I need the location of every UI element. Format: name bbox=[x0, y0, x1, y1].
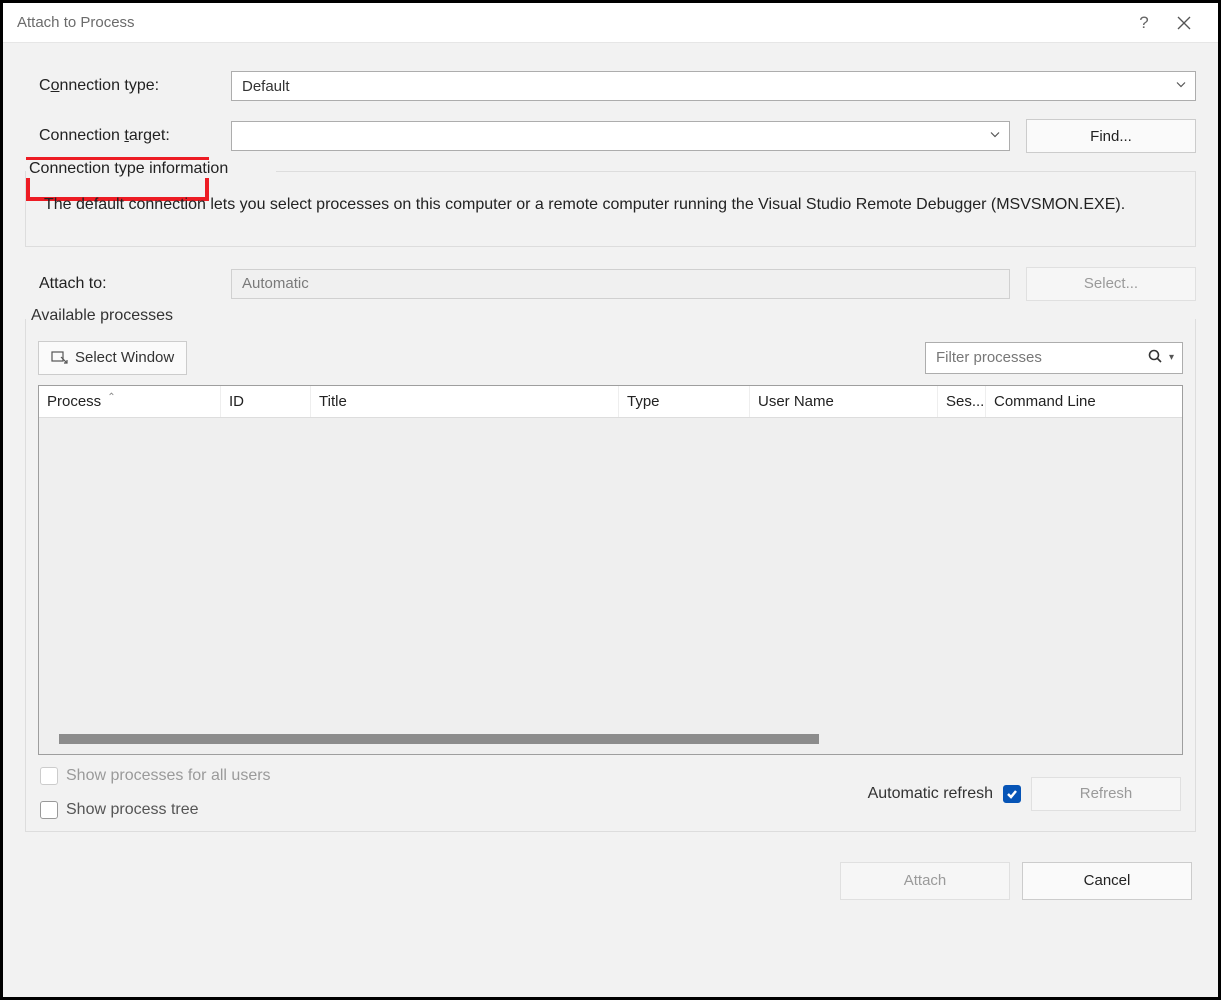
filter-placeholder: Filter processes bbox=[936, 349, 1141, 366]
table-body[interactable] bbox=[39, 418, 1182, 754]
connection-info-legend: Connection type information bbox=[26, 160, 231, 178]
col-id[interactable]: ID bbox=[221, 386, 311, 417]
attach-to-row: Attach to: Automatic Select... bbox=[25, 267, 1196, 301]
connection-target-label: Connection target: bbox=[25, 127, 223, 145]
table-header: Process⌃ ID Title Type User Name Ses... … bbox=[39, 386, 1182, 418]
connection-type-row: Connection type: Default bbox=[25, 71, 1196, 101]
available-processes-legend: Available processes bbox=[28, 307, 176, 325]
find-button[interactable]: Find... bbox=[1026, 119, 1196, 153]
horizontal-scrollbar-thumb[interactable] bbox=[59, 734, 819, 744]
filter-processes-input[interactable]: Filter processes ▾ bbox=[925, 342, 1183, 374]
processes-toolbar: Select Window Filter processes ▾ bbox=[38, 341, 1183, 375]
help-button[interactable]: ? bbox=[1124, 3, 1164, 43]
titlebar: Attach to Process ? bbox=[3, 3, 1218, 43]
attach-to-field: Automatic bbox=[231, 269, 1010, 299]
refresh-button[interactable]: Refresh bbox=[1031, 777, 1181, 811]
chevron-down-icon bbox=[1175, 78, 1187, 95]
filter-dropdown-icon[interactable]: ▾ bbox=[1169, 352, 1174, 363]
processes-footer-row: Show processes for all users Show proces… bbox=[38, 765, 1183, 819]
col-session[interactable]: Ses... bbox=[938, 386, 986, 417]
select-window-button[interactable]: Select Window bbox=[38, 341, 187, 375]
chevron-down-icon bbox=[989, 128, 1001, 145]
search-icon bbox=[1147, 348, 1163, 368]
col-title[interactable]: Title bbox=[311, 386, 619, 417]
available-processes-group: Available processes Select Window Filter… bbox=[25, 319, 1196, 832]
cancel-button[interactable]: Cancel bbox=[1022, 862, 1192, 900]
select-window-icon bbox=[51, 349, 69, 367]
automatic-refresh-checkbox[interactable] bbox=[1003, 785, 1021, 803]
connection-target-row: Connection target: Find... bbox=[25, 119, 1196, 153]
close-icon bbox=[1177, 16, 1191, 30]
dialog-window: Attach to Process ? Connection type: Def… bbox=[3, 3, 1218, 997]
attach-to-value: Automatic bbox=[242, 275, 309, 292]
connection-info-group: Connection type information The default … bbox=[25, 171, 1196, 247]
dialog-body: Connection type: Default Connection targ… bbox=[3, 43, 1218, 997]
checkbox-icon bbox=[40, 801, 58, 819]
col-command-line[interactable]: Command Line bbox=[986, 386, 1182, 417]
sort-asc-icon: ⌃ bbox=[107, 392, 115, 403]
show-process-tree-checkbox[interactable]: Show process tree bbox=[40, 801, 271, 819]
close-button[interactable] bbox=[1164, 3, 1204, 43]
connection-type-value: Default bbox=[242, 78, 290, 95]
connection-type-dropdown[interactable]: Default bbox=[231, 71, 1196, 101]
attach-button[interactable]: Attach bbox=[840, 862, 1010, 900]
select-button[interactable]: Select... bbox=[1026, 267, 1196, 301]
attach-to-label: Attach to: bbox=[25, 275, 223, 293]
processes-table: Process⌃ ID Title Type User Name Ses... … bbox=[38, 385, 1183, 755]
connection-target-combo[interactable] bbox=[231, 121, 1010, 151]
show-all-users-checkbox[interactable]: Show processes for all users bbox=[40, 767, 271, 785]
col-process[interactable]: Process⌃ bbox=[39, 386, 221, 417]
dialog-footer: Attach Cancel bbox=[25, 846, 1196, 900]
col-type[interactable]: Type bbox=[619, 386, 750, 417]
connection-info-text: The default connection lets you select p… bbox=[44, 193, 1177, 218]
col-user-name[interactable]: User Name bbox=[750, 386, 938, 417]
connection-type-label: Connection type: bbox=[25, 77, 223, 95]
check-icon bbox=[1006, 788, 1018, 800]
window-title: Attach to Process bbox=[17, 14, 135, 31]
checkbox-icon bbox=[40, 767, 58, 785]
automatic-refresh-label: Automatic refresh bbox=[868, 785, 993, 803]
